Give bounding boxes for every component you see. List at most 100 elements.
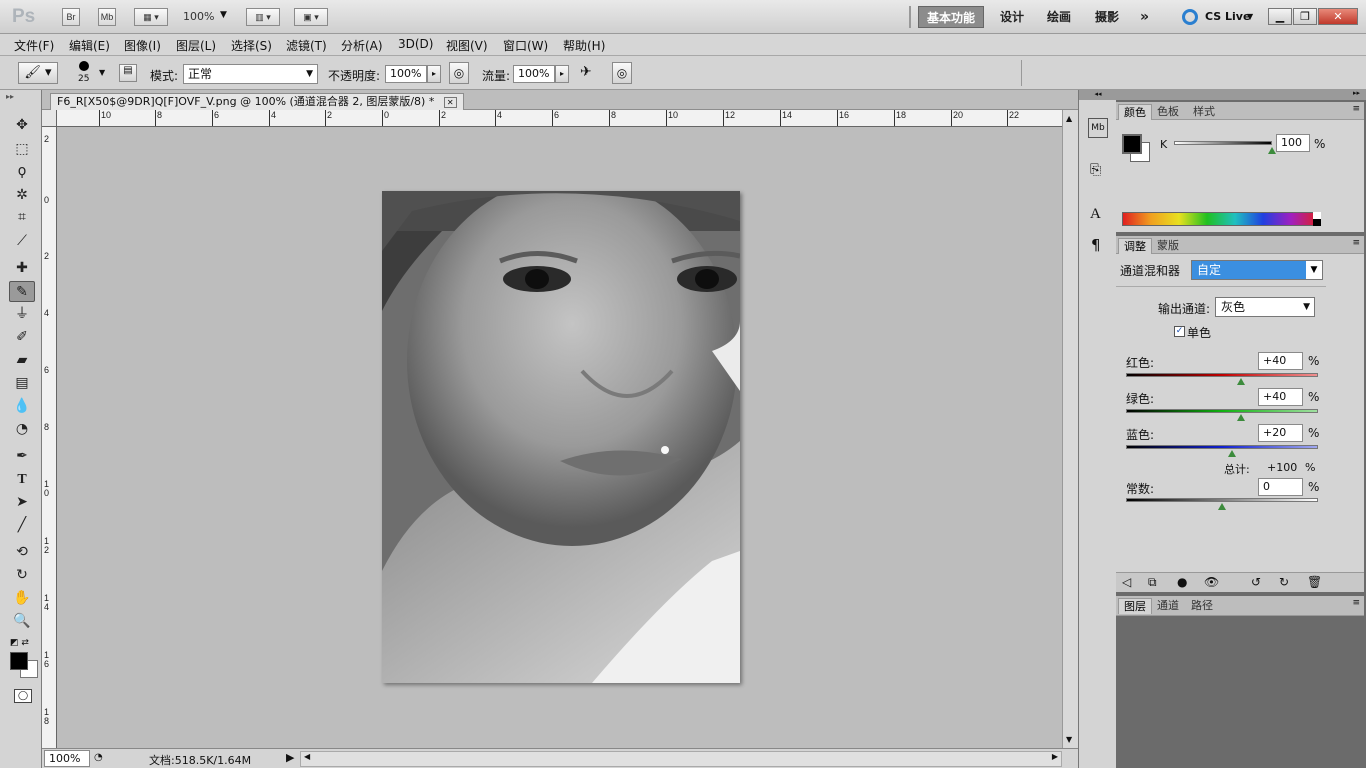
- mini-bridge-button[interactable]: Mb: [98, 8, 116, 26]
- quick-selection-tool-icon[interactable]: ✲: [9, 185, 35, 206]
- back-arrow-icon[interactable]: ◁: [1122, 575, 1131, 589]
- zoom-level[interactable]: 100%: [183, 10, 214, 23]
- flow-slider-button[interactable]: ▸: [555, 65, 569, 83]
- dodge-tool-icon[interactable]: ◔: [9, 419, 35, 440]
- canvas-image[interactable]: [382, 191, 740, 683]
- blur-tool-icon[interactable]: 💧: [9, 396, 35, 417]
- gradient-tool-icon[interactable]: ▤: [9, 373, 35, 394]
- paragraph-panel-icon[interactable]: ¶: [1091, 236, 1101, 254]
- zoom-tool-icon[interactable]: 🔍: [9, 611, 35, 632]
- 3d-orbit-tool-icon[interactable]: ↻: [9, 565, 35, 586]
- k-slider[interactable]: [1174, 141, 1272, 145]
- brush-panel-toggle-icon[interactable]: ▤: [119, 64, 137, 82]
- status-zoom-input[interactable]: 100%: [44, 750, 90, 767]
- dock-collapse-icon[interactable]: ◂◂: [1079, 90, 1117, 100]
- red-slider[interactable]: [1126, 373, 1318, 377]
- character-panel-icon[interactable]: A: [1090, 206, 1101, 223]
- panel-menu-icon[interactable]: ≡: [1352, 598, 1360, 608]
- flow-input[interactable]: 100%: [513, 65, 555, 83]
- panel-menu-icon[interactable]: ≡: [1352, 104, 1360, 114]
- menu-view[interactable]: 视图(V): [446, 37, 488, 54]
- horizontal-ruler[interactable]: 10 8 6 4 2 0 2 4 6 8 10 12 14 16 18 20 22: [57, 110, 1062, 127]
- restore-icon[interactable]: ❐: [1293, 8, 1317, 25]
- close-document-icon[interactable]: ✕: [443, 97, 457, 108]
- healing-brush-tool-icon[interactable]: ✚: [9, 258, 35, 279]
- opacity-input[interactable]: 100%: [385, 65, 427, 83]
- green-slider-thumb[interactable]: [1237, 414, 1246, 421]
- color-spectrum-ramp[interactable]: [1122, 212, 1320, 226]
- collapse-icon[interactable]: ▸▸: [6, 92, 14, 101]
- clip-to-layer-icon[interactable]: ●: [1177, 575, 1187, 589]
- output-channel-select[interactable]: 灰色 ▼: [1215, 297, 1315, 317]
- screen-mode-button[interactable]: ▣ ▾: [294, 8, 328, 26]
- tablet-pressure-opacity-icon[interactable]: ◎: [449, 62, 469, 84]
- workspace-design[interactable]: 设计: [992, 6, 1032, 28]
- eyedropper-tool-icon[interactable]: ⟋: [9, 231, 35, 252]
- 3d-rotate-tool-icon[interactable]: ⟲: [9, 542, 35, 563]
- spectrum-black-swatch[interactable]: [1313, 219, 1321, 226]
- opacity-slider-button[interactable]: ▸: [427, 65, 441, 83]
- horizontal-scrollbar[interactable]: ◀ ▶: [300, 751, 1062, 767]
- k-value-input[interactable]: 100: [1276, 134, 1310, 152]
- k-slider-thumb[interactable]: [1268, 147, 1276, 154]
- menu-file[interactable]: 文件(F): [14, 37, 54, 54]
- tab-channels[interactable]: 通道: [1152, 598, 1184, 614]
- cs-live-icon[interactable]: [1182, 9, 1198, 25]
- monochrome-checkbox[interactable]: ✓: [1174, 326, 1185, 337]
- blue-value-input[interactable]: +20: [1258, 424, 1303, 442]
- brush-tool-icon[interactable]: ✎: [9, 281, 35, 302]
- scroll-up-icon[interactable]: ▲: [1066, 114, 1072, 123]
- scroll-left-icon[interactable]: ◀: [304, 752, 310, 761]
- default-colors-icon[interactable]: ◩ ⇄: [10, 638, 29, 648]
- menu-help[interactable]: 帮助(H): [563, 37, 605, 54]
- workspace-photography[interactable]: 摄影: [1087, 6, 1127, 28]
- status-menu-arrow-icon[interactable]: ▶: [286, 751, 294, 764]
- scroll-down-icon[interactable]: ▼: [1066, 735, 1072, 744]
- menu-select[interactable]: 选择(S): [231, 37, 272, 54]
- vertical-scrollbar[interactable]: ▲ ▼: [1062, 110, 1078, 748]
- lasso-tool-icon[interactable]: ϙ: [9, 161, 35, 182]
- visibility-eye-icon[interactable]: 👁: [1204, 575, 1219, 589]
- minimize-icon[interactable]: ▁: [1268, 8, 1292, 25]
- ruler-origin[interactable]: [42, 110, 57, 127]
- blue-slider[interactable]: [1126, 445, 1318, 449]
- quick-mask-icon[interactable]: ◯: [14, 689, 32, 703]
- cs-live-label[interactable]: CS Live: [1205, 10, 1250, 23]
- history-brush-tool-icon[interactable]: ✐: [9, 327, 35, 348]
- blue-slider-thumb[interactable]: [1227, 450, 1236, 457]
- more-workspaces-icon[interactable]: »: [1132, 6, 1157, 28]
- red-slider-thumb[interactable]: [1237, 378, 1246, 385]
- tablet-pressure-size-icon[interactable]: ◎: [612, 62, 632, 84]
- tab-paths[interactable]: 路径: [1186, 598, 1218, 614]
- marquee-tool-icon[interactable]: ⬚: [9, 139, 35, 160]
- constant-value-input[interactable]: 0: [1258, 478, 1303, 496]
- foreground-color-swatch[interactable]: [10, 652, 28, 670]
- zoom-dropdown-icon[interactable]: ▼: [220, 10, 227, 20]
- tool-preset-picker[interactable]: 🖌 ▾: [18, 62, 58, 84]
- tab-swatches[interactable]: 色板: [1152, 104, 1184, 120]
- hand-tool-icon[interactable]: ✋: [9, 588, 35, 609]
- menu-edit[interactable]: 编辑(E): [69, 37, 110, 54]
- mini-bridge-panel-icon[interactable]: Mb: [1088, 118, 1108, 138]
- clone-stamp-tool-icon[interactable]: ⏚: [9, 304, 35, 325]
- green-slider[interactable]: [1126, 409, 1318, 413]
- view-extras-button[interactable]: ▦ ▾: [134, 8, 168, 26]
- tab-masks[interactable]: 蒙版: [1152, 238, 1184, 254]
- reset-icon[interactable]: ↻: [1279, 575, 1289, 589]
- scroll-right-icon[interactable]: ▶: [1052, 752, 1058, 761]
- document-tab[interactable]: F6_R[X50$@9DR]Q[F]OVF_V.png @ 100% (通道混合…: [50, 93, 464, 110]
- panels-collapse-icon[interactable]: ▸▸: [1353, 89, 1360, 97]
- menu-window[interactable]: 窗口(W): [503, 37, 548, 54]
- pen-tool-icon[interactable]: ✒: [9, 446, 35, 467]
- constant-slider-thumb[interactable]: [1218, 503, 1226, 510]
- bridge-button[interactable]: Br: [62, 8, 80, 26]
- arrange-documents-button[interactable]: ▥ ▾: [246, 8, 280, 26]
- panel-menu-icon[interactable]: ≡: [1352, 238, 1360, 248]
- preset-select[interactable]: 自定 ▼: [1191, 260, 1323, 280]
- constant-slider[interactable]: [1126, 498, 1318, 502]
- brush-picker-dropdown-icon[interactable]: ▼: [99, 68, 105, 77]
- tab-adjustments[interactable]: 调整: [1118, 238, 1152, 254]
- history-panel-icon[interactable]: ⎘: [1090, 162, 1101, 178]
- red-value-input[interactable]: +40: [1258, 352, 1303, 370]
- path-selection-tool-icon[interactable]: ➤: [9, 492, 35, 513]
